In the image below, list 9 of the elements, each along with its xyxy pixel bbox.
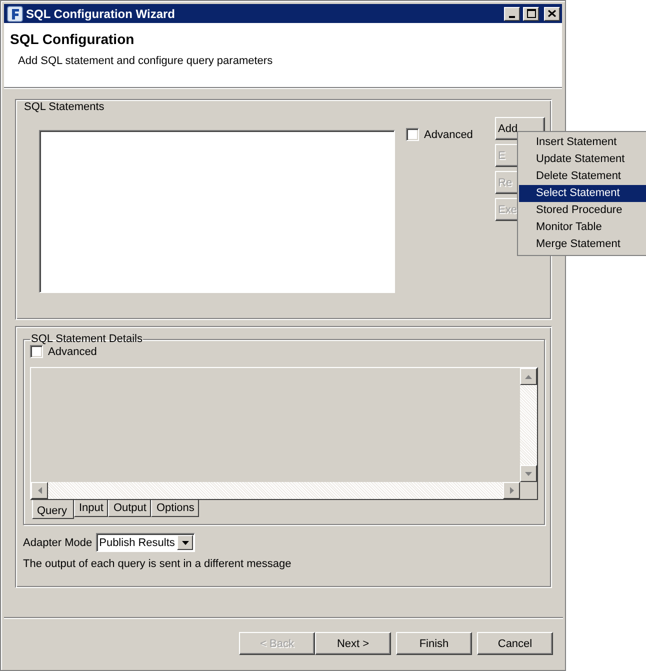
field-label: Adapter Mode — [23, 536, 92, 548]
checkbox-label: Advanced — [424, 128, 473, 140]
mode-description: The output of each query is sent in a different message — [23, 558, 292, 570]
page-title: SQL Configuration — [10, 31, 134, 47]
group-label: SQL Statement Details — [30, 333, 144, 345]
page-subtitle: Add SQL statement and configure query parameters — [18, 55, 273, 67]
group-label: SQL Statements — [24, 101, 104, 113]
checkbox-label: Advanced — [48, 346, 97, 358]
window-title: SQL Configuration Wizard — [26, 6, 176, 20]
